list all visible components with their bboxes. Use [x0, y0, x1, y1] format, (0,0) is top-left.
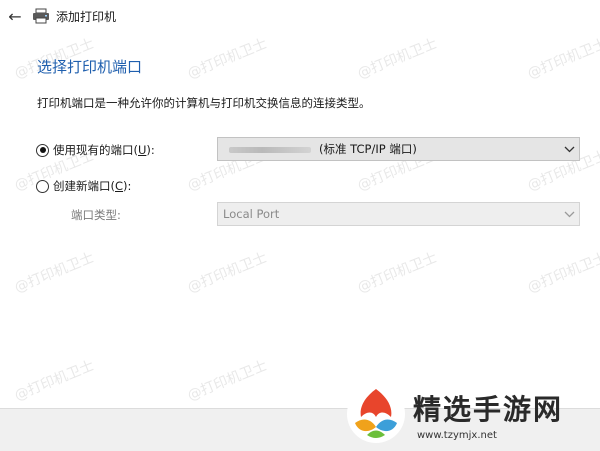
watermark-text: @打印机卫士: [525, 35, 600, 83]
site-watermark-badge: 精选手游网 www.tzymjx.net: [345, 381, 595, 447]
watermark-text: @打印机卫士: [12, 357, 97, 405]
printer-icon: [33, 8, 49, 24]
port-select-value: (标准 TCP/IP 端口): [218, 141, 559, 157]
port-type-value: Local Port: [223, 207, 280, 221]
port-type-select: Local Port: [217, 202, 580, 226]
watermark-text: @打印机卫士: [185, 357, 270, 405]
use-existing-port-radio[interactable]: 使用现有的端口(U):: [36, 142, 155, 158]
window-title: 添加打印机: [56, 9, 117, 24]
radio-checked-icon[interactable]: [36, 143, 49, 157]
site-url: www.tzymjx.net: [417, 429, 497, 441]
redacted-port-name: [229, 146, 311, 153]
watermark-text: @打印机卫士: [185, 249, 270, 297]
title-bar: ← 添加打印机: [0, 0, 600, 32]
chevron-down-icon: [559, 211, 579, 218]
use-existing-port-label: 使用现有的端口(U):: [53, 143, 155, 157]
site-name: 精选手游网: [413, 392, 564, 426]
create-new-port-label: 创建新端口(C):: [53, 179, 132, 193]
create-new-port-radio[interactable]: 创建新端口(C):: [36, 178, 131, 194]
watermark-text: @打印机卫士: [185, 35, 270, 83]
page-description: 打印机端口是一种允许你的计算机与打印机交换信息的连接类型。: [37, 96, 371, 110]
watermark-text: @打印机卫士: [12, 249, 97, 297]
chevron-down-icon[interactable]: [559, 146, 579, 153]
watermark-text: @打印机卫士: [355, 249, 440, 297]
radio-unchecked-icon[interactable]: [36, 179, 49, 193]
site-logo-icon: [347, 385, 405, 443]
port-select[interactable]: (标准 TCP/IP 端口): [217, 137, 580, 161]
watermark-text: @打印机卫士: [355, 35, 440, 83]
back-arrow-icon[interactable]: ←: [0, 0, 30, 32]
page-title: 选择打印机端口: [37, 58, 143, 76]
watermark-text: @打印机卫士: [525, 249, 600, 297]
port-type-label: 端口类型:: [71, 208, 121, 222]
